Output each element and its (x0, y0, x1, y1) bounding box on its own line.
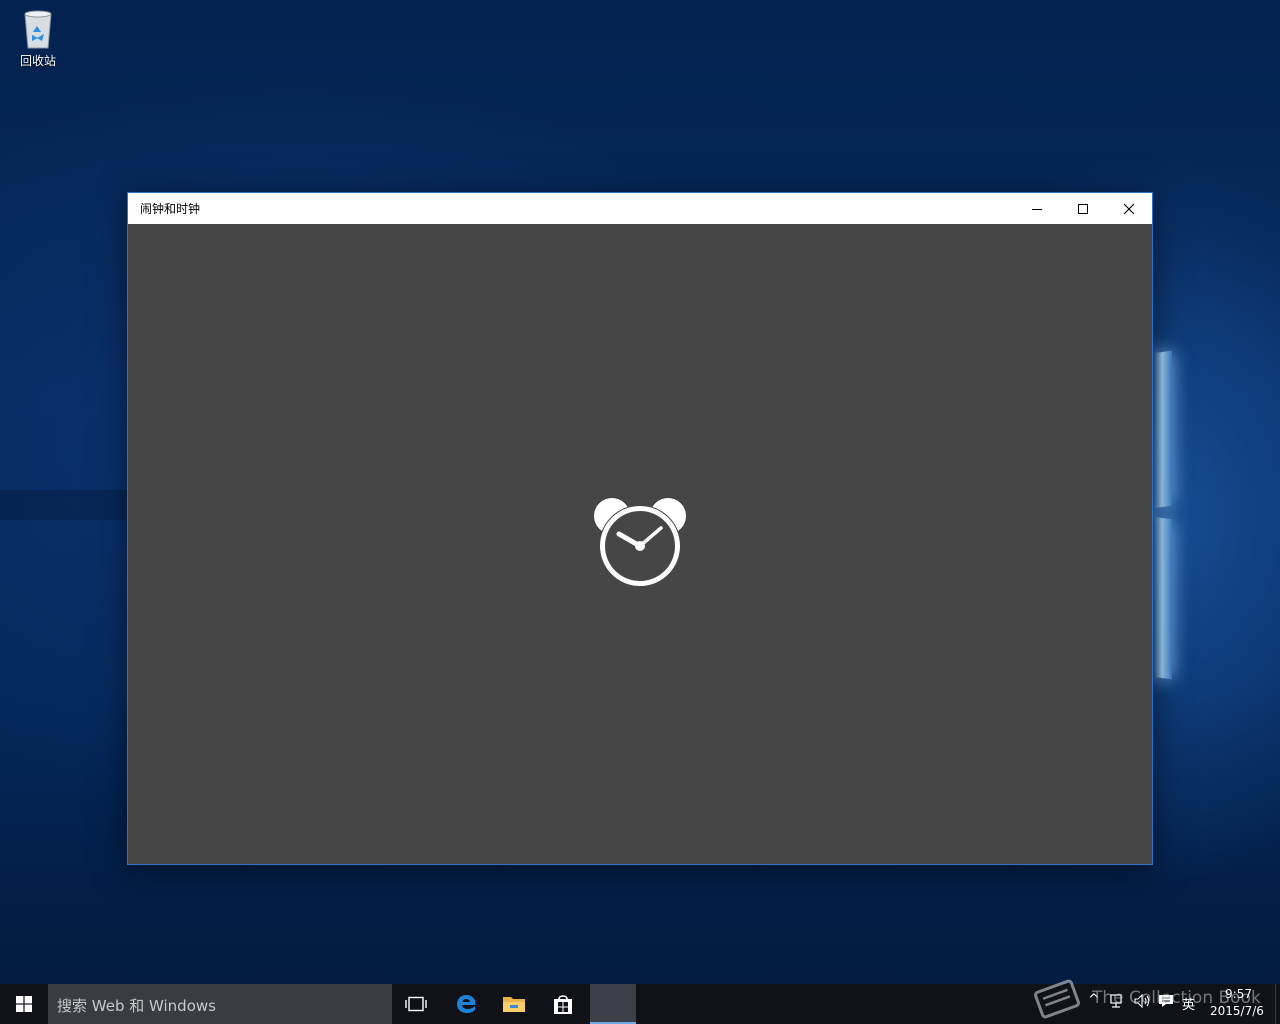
task-view-button[interactable] (392, 984, 440, 1024)
close-icon (1123, 203, 1135, 214)
search-input[interactable]: 搜索 Web 和 Windows (57, 995, 216, 1016)
app-splash-screen (128, 224, 1152, 864)
start-icon (16, 996, 32, 1012)
alarms-app-icon (603, 993, 623, 1013)
desktop-icon-recycle-bin[interactable]: 回收站 (10, 6, 66, 78)
book-icon (1034, 979, 1080, 1019)
maximize-icon (1078, 203, 1088, 214)
alarm-clock-icon (592, 494, 688, 594)
file-explorer-taskbar-button[interactable] (490, 984, 538, 1024)
edge-icon (457, 995, 476, 1013)
store-taskbar-button[interactable] (539, 984, 587, 1024)
window-title-bar[interactable]: 闹钟和时钟 (128, 193, 1152, 224)
clock-date[interactable]: 2015/7/6 (1210, 1004, 1264, 1018)
minimize-icon (1032, 208, 1042, 210)
edge-taskbar-button[interactable] (442, 984, 490, 1024)
search-box[interactable]: 搜索 Web 和 Windows (48, 984, 392, 1024)
alarms-taskbar-button[interactable] (590, 984, 636, 1024)
wallpaper-light-beam (1152, 350, 1172, 509)
start-button[interactable] (0, 984, 48, 1024)
minimize-button[interactable] (1014, 193, 1060, 224)
wallpaper-light-beam (1152, 516, 1172, 680)
file-explorer-icon (503, 997, 525, 1012)
app-window[interactable]: 闹钟和时钟 (127, 192, 1153, 865)
clock-time[interactable]: 9:57 (1225, 987, 1252, 1001)
task-view-icon (405, 996, 427, 1012)
window-title: 闹钟和时钟 (140, 202, 201, 216)
store-icon (554, 995, 572, 1014)
recycle-bin-icon (21, 10, 55, 50)
desktop-icon-label: 回收站 (19, 54, 56, 68)
close-button[interactable] (1106, 193, 1152, 224)
maximize-button[interactable] (1060, 193, 1106, 224)
